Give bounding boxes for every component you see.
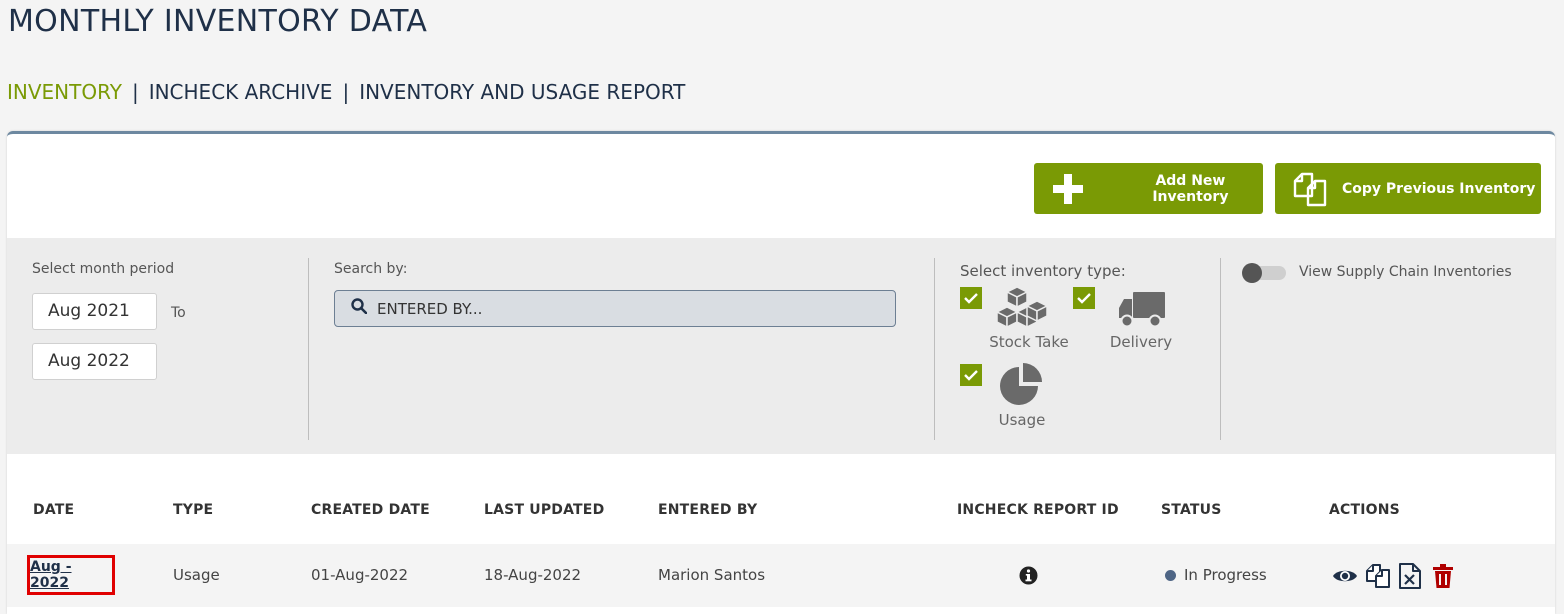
status-dot bbox=[1165, 570, 1176, 581]
info-icon[interactable] bbox=[1019, 566, 1038, 590]
view-icon[interactable] bbox=[1332, 567, 1358, 590]
search-input[interactable] bbox=[377, 299, 877, 318]
add-new-inventory-button[interactable]: Add New Inventory bbox=[1034, 163, 1263, 214]
delivery-checkbox[interactable] bbox=[1073, 287, 1095, 309]
last-updated-cell: 18-Aug-2022 bbox=[484, 566, 582, 584]
search-by-label: Search by: bbox=[334, 261, 408, 277]
pie-chart-icon bbox=[998, 363, 1044, 414]
column-header-last-updated[interactable]: LAST UPDATED bbox=[484, 502, 604, 518]
copy-previous-inventory-label: Copy Previous Inventory bbox=[1342, 180, 1536, 197]
copy-previous-inventory-button[interactable]: Copy Previous Inventory bbox=[1275, 163, 1541, 214]
date-link[interactable]: Aug - 2022 bbox=[27, 555, 115, 595]
status-label: In Progress bbox=[1184, 566, 1267, 584]
month-period-label: Select month period bbox=[32, 261, 175, 277]
usage-checkbox[interactable] bbox=[960, 364, 982, 386]
search-icon bbox=[351, 298, 368, 319]
usage-label: Usage bbox=[998, 411, 1046, 429]
section-nav: INVENTORY | INCHECK ARCHIVE | INVENTORY … bbox=[7, 80, 685, 104]
column-header-created-date[interactable]: CREATED DATE bbox=[311, 502, 430, 518]
excel-icon[interactable] bbox=[1399, 563, 1421, 594]
nav-separator: | bbox=[131, 80, 139, 104]
entered-by-cell: Marion Santos bbox=[658, 566, 766, 584]
status-cell: In Progress bbox=[1165, 566, 1267, 584]
truck-icon bbox=[1119, 292, 1165, 333]
stock-take-checkbox[interactable] bbox=[960, 287, 982, 309]
inventory-type-label: Select inventory type: bbox=[960, 262, 1126, 280]
column-header-status[interactable]: STATUS bbox=[1161, 502, 1222, 518]
stock-take-label: Stock Take bbox=[989, 333, 1069, 351]
boxes-icon bbox=[995, 286, 1055, 337]
divider bbox=[308, 258, 309, 440]
copy-icon bbox=[1292, 171, 1328, 207]
column-header-type[interactable]: TYPE bbox=[173, 502, 213, 518]
toggle-knob bbox=[1242, 263, 1262, 283]
page-title: MONTHLY INVENTORY DATA bbox=[8, 4, 428, 39]
table-row: Aug - 2022 Usage 01-Aug-2022 18-Aug-2022… bbox=[7, 544, 1555, 607]
nav-separator: | bbox=[342, 80, 350, 104]
divider bbox=[1220, 258, 1221, 440]
created-date-cell: 01-Aug-2022 bbox=[311, 566, 409, 584]
column-header-date[interactable]: DATE bbox=[33, 502, 74, 518]
column-header-entered-by[interactable]: ENTERED BY bbox=[658, 502, 757, 518]
nav-incheck-archive[interactable]: INCHECK ARCHIVE bbox=[149, 80, 333, 104]
nav-inventory-usage-report[interactable]: INVENTORY AND USAGE REPORT bbox=[359, 80, 685, 104]
plus-icon bbox=[1053, 173, 1084, 205]
type-cell: Usage bbox=[173, 566, 220, 584]
month-from-field[interactable]: Aug 2021 bbox=[32, 293, 157, 330]
copy-icon[interactable] bbox=[1365, 563, 1391, 594]
supply-chain-label: View Supply Chain Inventories bbox=[1299, 264, 1512, 280]
nav-inventory[interactable]: INVENTORY bbox=[7, 80, 122, 104]
supply-chain-toggle[interactable] bbox=[1242, 263, 1286, 283]
column-header-actions: ACTIONS bbox=[1329, 502, 1400, 518]
add-new-inventory-label: Add New Inventory bbox=[1152, 172, 1229, 205]
delivery-label: Delivery bbox=[1109, 333, 1173, 351]
inventory-panel: Add New Inventory Copy Previous Inventor… bbox=[7, 131, 1555, 614]
delete-icon[interactable] bbox=[1433, 564, 1453, 593]
divider bbox=[934, 258, 935, 440]
search-box bbox=[334, 290, 896, 327]
filter-bar: Select month period Aug 2021 To Aug 2022… bbox=[7, 238, 1555, 454]
column-header-incheck-report-id[interactable]: INCHECK REPORT ID bbox=[957, 502, 1119, 518]
month-to-field[interactable]: Aug 2022 bbox=[32, 343, 157, 380]
to-label: To bbox=[171, 305, 186, 321]
